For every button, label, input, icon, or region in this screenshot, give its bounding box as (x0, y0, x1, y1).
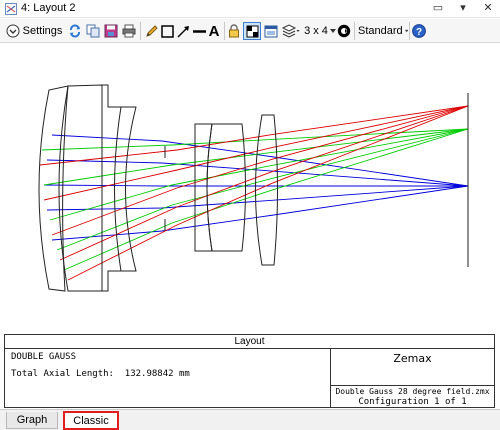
lens-element-3 (101, 84, 122, 292)
lens-element-4 (108, 106, 137, 272)
navigate-button[interactable] (337, 22, 351, 40)
grid-size-label: 3 x 4 (304, 25, 328, 37)
lens-elements (38, 84, 469, 292)
window-titlebar: 4: Layout 2 ▭ ▾ ✕ (0, 0, 500, 18)
tab-classic-label: Classic (73, 415, 109, 427)
navigate-icon (337, 24, 351, 38)
ray-fan (39, 105, 469, 281)
ray-trace (39, 105, 469, 166)
toolbar-separator (224, 22, 225, 40)
print-button[interactable] (121, 22, 137, 40)
standard-label: Standard (358, 25, 403, 37)
close-icon[interactable]: ✕ (480, 1, 496, 16)
system-name: DOUBLE GAUSS (11, 352, 77, 362)
standard-dropdown[interactable]: Standard (358, 22, 408, 40)
layout-svg (38, 84, 469, 292)
print-icon (122, 24, 136, 38)
brand-label: Zemax (393, 352, 432, 365)
chevron-circle-icon (6, 24, 20, 38)
panel-title: Layout (5, 335, 494, 349)
window-title: 4: Layout 2 (21, 2, 76, 14)
rectangle-icon (160, 24, 174, 38)
view-tabs: Graph Classic (0, 409, 500, 430)
help-icon: ? (412, 24, 426, 38)
chevron-down-icon (329, 29, 336, 33)
line-icon (192, 29, 206, 33)
settings-button[interactable]: Settings (3, 22, 65, 40)
grid-size-dropdown[interactable]: 3 x 4 (303, 22, 337, 40)
restore-icon[interactable]: ▭ (430, 1, 446, 16)
toolbar: Settings A 3 x 4 Standard ? (0, 19, 500, 43)
toolbar-separator (354, 22, 355, 40)
copy-icon (86, 24, 100, 38)
lock-button[interactable] (227, 22, 241, 40)
text-a-icon: A (208, 22, 220, 40)
layers-dropdown[interactable] (281, 22, 301, 40)
zemax-app-icon (5, 3, 17, 15)
lens-element-7 (255, 114, 278, 266)
windows-icon (264, 25, 278, 37)
toolbar-separator (409, 22, 410, 40)
configuration-label: Configuration 1 of 1 (358, 397, 467, 407)
panel-right: Zemax Double Gauss 28 degree field.zmx C… (331, 348, 494, 407)
dropdown-icon[interactable]: ▾ (455, 1, 471, 16)
toolbar-separator (140, 22, 141, 40)
file-name: Double Gauss 28 degree field.zmx (335, 387, 490, 396)
layout-grid-toggle[interactable] (243, 22, 261, 40)
panel-divider (331, 385, 494, 386)
svg-text:?: ? (416, 27, 422, 38)
arrow-icon (177, 25, 189, 37)
refresh-button[interactable] (67, 22, 83, 40)
grid-icon (246, 25, 258, 37)
axial-length: Total Axial Length: 132.98842 mm (11, 369, 190, 379)
pencil-icon (145, 25, 158, 37)
layers-icon (282, 24, 300, 38)
tab-classic[interactable]: Classic (63, 411, 119, 430)
pencil-tool-button[interactable] (144, 22, 158, 40)
tab-graph-label: Graph (16, 414, 48, 426)
ray-trace (41, 128, 469, 151)
settings-label: Settings (22, 25, 63, 37)
refresh-icon (70, 24, 80, 38)
text-tool-button[interactable]: A (207, 22, 221, 40)
line-tool-button[interactable] (192, 22, 206, 40)
save-icon (104, 24, 118, 38)
layout-plot (2, 45, 498, 333)
ray-trace (63, 128, 469, 271)
tab-graph[interactable]: Graph (6, 412, 58, 429)
rectangle-tool-button[interactable] (160, 22, 174, 40)
lock-icon (229, 24, 239, 38)
window-layout-button[interactable] (263, 22, 279, 40)
copy-button[interactable] (85, 22, 101, 40)
arrow-tool-button[interactable] (176, 22, 190, 40)
save-button[interactable] (103, 22, 119, 40)
help-button[interactable]: ? (411, 22, 427, 40)
layout-info-panel: Layout DOUBLE GAUSS Total Axial Length: … (4, 334, 495, 408)
chevron-down-icon (404, 29, 408, 33)
panel-left: DOUBLE GAUSS Total Axial Length: 132.988… (5, 348, 331, 407)
